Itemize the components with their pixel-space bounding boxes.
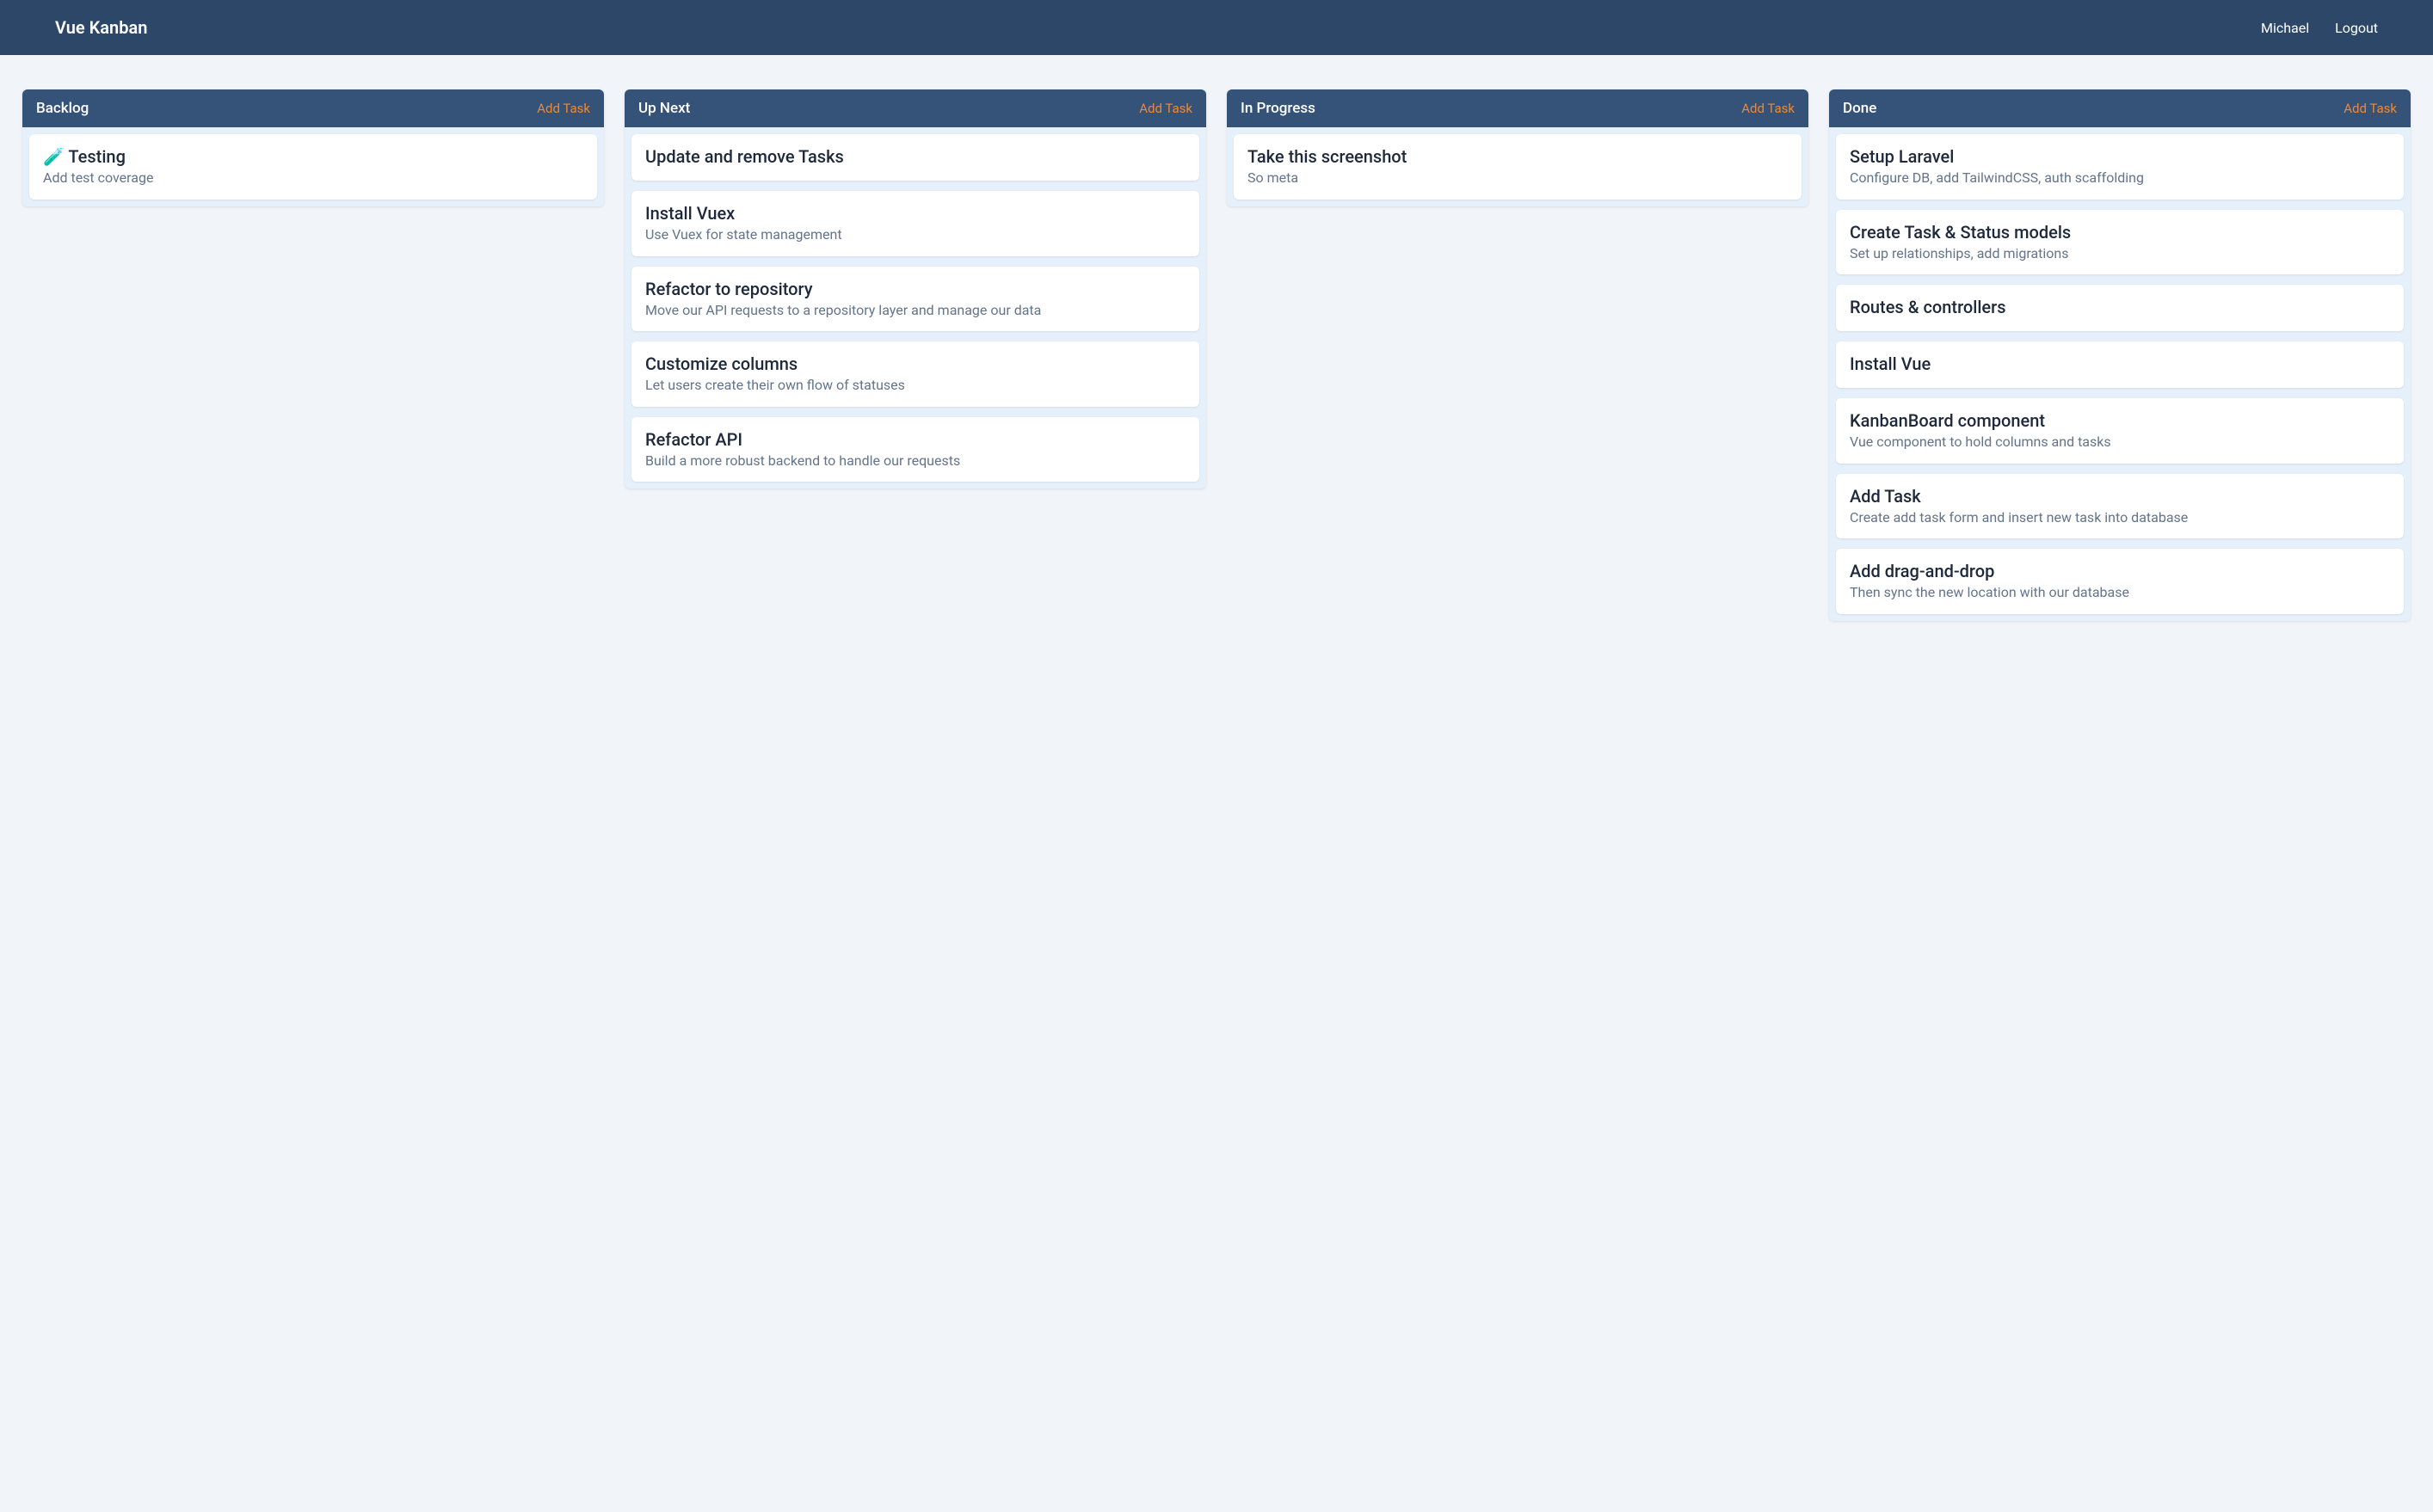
header-nav: Michael Logout [2261,20,2378,36]
cards-list: 🧪 Testing Add test coverage [22,127,604,206]
task-card[interactable]: Add drag-and-drop Then sync the new locat… [1836,549,2404,614]
task-description: Add test coverage [43,169,583,187]
column: Done Add Task Setup Laravel Configure DB, a… [1829,89,2411,621]
column-title: In Progress [1241,100,1315,117]
task-card[interactable]: Take this screenshot So meta [1234,134,1802,200]
task-title: Add Task [1850,486,2390,507]
task-description: Vue component to hold columns and tasks [1850,433,2390,452]
task-card[interactable]: 🧪 Testing Add test coverage [29,134,597,200]
cards-list: Take this screenshot So meta [1227,127,1808,206]
column: Up Next Add Task Update and remove Tasks In… [625,89,1206,489]
task-description: Move our API requests to a repository la… [645,301,1186,320]
task-card[interactable]: Refactor to repository Move our API reque… [631,267,1199,332]
add-task-button[interactable]: Add Task [1139,101,1192,116]
task-description: Use Vuex for state management [645,225,1186,244]
task-title: KanbanBoard component [1850,410,2390,431]
task-card[interactable]: Install Vue [1836,341,2404,388]
column-title: Backlog [36,100,89,117]
task-description: Build a more robust backend to handle ou… [645,452,1186,470]
column-title: Up Next [638,100,690,117]
column-header: Backlog Add Task [22,89,604,127]
task-title: Refactor API [645,429,1186,450]
header: Vue Kanban Michael Logout [0,0,2433,55]
task-card[interactable]: Add TaskCreate add task form and insert … [1836,474,2404,539]
task-description: Create add task form and insert new task… [1850,508,2390,527]
cards-list: Setup Laravel Configure DB, add TailwindC… [1829,127,2411,621]
task-title: Routes & controllers [1850,297,2390,317]
column-header: In Progress Add Task [1227,89,1808,127]
column-header: Done Add Task [1829,89,2411,127]
task-card[interactable]: Update and remove Tasks [631,134,1199,181]
add-task-button[interactable]: Add Task [537,101,590,116]
task-description: Configure DB, add TailwindCSS, auth scaf… [1850,169,2390,187]
task-description: Then sync the new location with our data… [1850,583,2390,602]
column: Backlog Add Task 🧪 Testing Add test coverag… [22,89,604,206]
task-title: Install Vue [1850,353,2390,374]
task-card[interactable]: Install VuexUse Vuex for state managemen… [631,191,1199,256]
user-link[interactable]: Michael [2261,20,2309,36]
task-title: Add drag-and-drop [1850,561,2390,581]
kanban-board: Backlog Add Task 🧪 Testing Add test coverag… [0,55,2433,655]
app-title: Vue Kanban [55,17,147,38]
task-title: Refactor to repository [645,279,1186,299]
task-description: Set up relationships, add migrations [1850,244,2390,263]
task-title: Setup Laravel [1850,146,2390,167]
task-title: Customize columns [645,353,1186,374]
task-card[interactable]: Customize columns Let users create their … [631,341,1199,407]
task-description: Let users create their own flow of statu… [645,376,1186,395]
add-task-button[interactable]: Add Task [1741,101,1795,116]
task-title: Install Vuex [645,203,1186,224]
task-card[interactable]: KanbanBoard component Vue component to ho… [1836,398,2404,464]
task-description: So meta [1247,169,1788,187]
column-title: Done [1843,100,1876,117]
task-card[interactable]: Setup Laravel Configure DB, add TailwindC… [1836,134,2404,200]
task-title: Update and remove Tasks [645,146,1186,167]
logout-link[interactable]: Logout [2335,20,2378,36]
column-header: Up Next Add Task [625,89,1206,127]
task-card[interactable]: Create Task & Status modelsSet up relati… [1836,210,2404,275]
task-title: 🧪 Testing [43,146,583,167]
task-title: Create Task & Status models [1850,222,2390,243]
task-card[interactable]: Routes & controllers [1836,285,2404,331]
column: In Progress Add Task Take this screenshot S… [1227,89,1808,206]
task-card[interactable]: Refactor API Build a more robust backend … [631,417,1199,482]
task-title: Take this screenshot [1247,146,1788,167]
cards-list: Update and remove Tasks Install VuexUse V… [625,127,1206,489]
add-task-button[interactable]: Add Task [2344,101,2397,116]
